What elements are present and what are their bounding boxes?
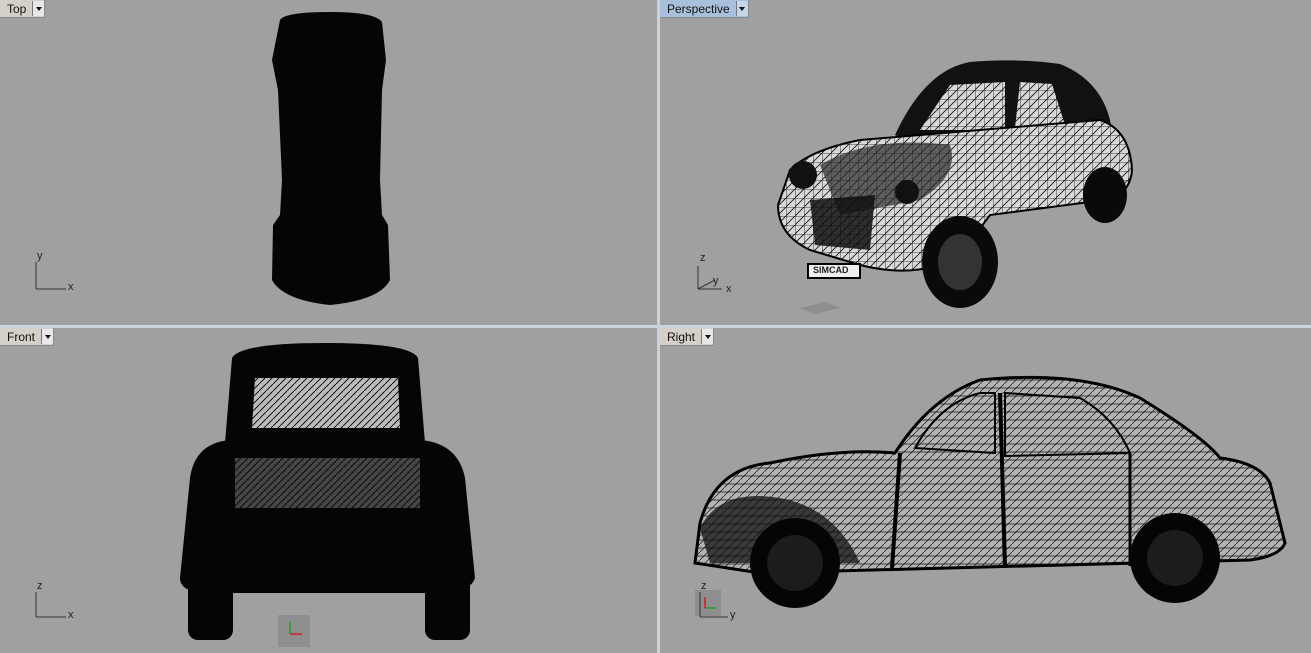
viewport-title: Right [667,329,696,344]
axis-x-label: x [68,609,74,621]
viewport-perspective[interactable]: SIMCAD z y x Perspective [660,0,1311,325]
chevron-down-icon[interactable] [41,329,54,344]
axis-y-label: y [730,609,736,621]
viewport-tab-top[interactable]: Top [0,0,46,18]
car-wireframe-perspective [697,60,1134,314]
viewport-front[interactable]: z x Front [0,328,657,653]
axis-z-label: z [37,580,43,592]
viewport-title: Front [7,329,36,344]
axis-y-label: y [37,250,43,262]
viewport-title: Top [7,1,27,16]
viewport-tab-front[interactable]: Front [0,328,55,346]
axis-x-label: x [726,283,732,295]
car-wireframe-front [35,343,475,647]
viewport-right[interactable]: z y Right [660,328,1311,653]
viewport-tab-perspective[interactable]: Perspective [660,0,749,18]
car-wireframe-top [35,12,390,305]
chevron-down-icon[interactable] [32,1,45,16]
axis-y-label: y [713,275,719,287]
car-wireframe-right [693,375,1287,618]
viewport-tab-right[interactable]: Right [660,328,715,346]
viewport-title: Perspective [667,1,730,16]
viewport-top[interactable]: y x Top [0,0,657,325]
license-plate-text: SIMCAD [813,265,849,275]
chevron-down-icon[interactable] [735,1,748,16]
axis-z-label: z [700,252,706,264]
chevron-down-icon[interactable] [701,329,714,344]
axis-x-label: x [68,281,74,293]
axis-z-label: z [701,580,707,592]
